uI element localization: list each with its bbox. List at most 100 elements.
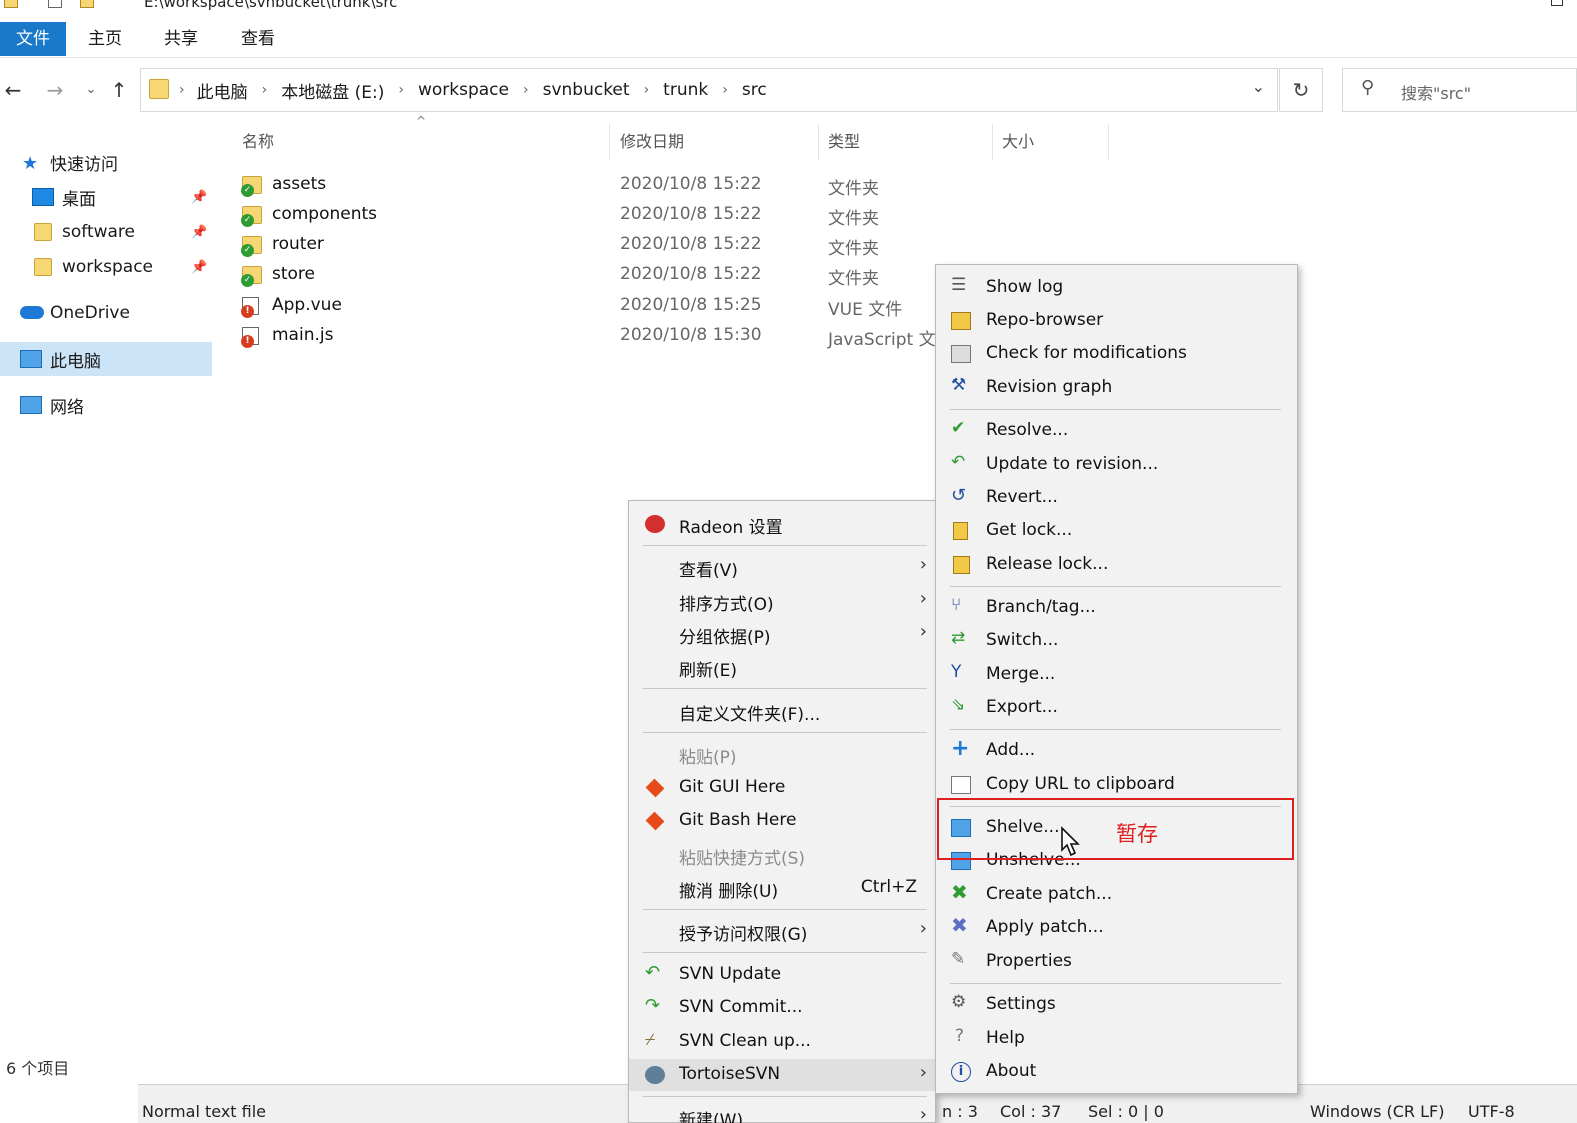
- column-divider[interactable]: [818, 124, 819, 160]
- menu-item-release-lock[interactable]: Release lock...: [936, 549, 1297, 581]
- menu-item-git-bash[interactable]: Git Bash Here: [629, 805, 935, 837]
- menu-item-svn-update[interactable]: ↶ SVN Update: [629, 959, 935, 991]
- nav-desktop[interactable]: 桌面 📌: [0, 180, 212, 214]
- menu-item-new[interactable]: 新建(W) ›: [629, 1101, 935, 1123]
- column-type[interactable]: 类型: [828, 128, 860, 158]
- column-divider[interactable]: [992, 124, 993, 160]
- file-row[interactable]: ✓ store 2020/10/8 15:22 文件夹: [232, 262, 932, 292]
- nav-this-pc[interactable]: 此电脑: [0, 342, 212, 376]
- up-arrow-icon[interactable]: ↑: [108, 76, 130, 104]
- crumb-trunk[interactable]: trunk: [663, 80, 708, 100]
- menu-item-properties[interactable]: ✎ Properties: [936, 946, 1297, 978]
- broom-icon: ⌿: [645, 1030, 656, 1050]
- menu-item-resolve[interactable]: ✔ Resolve...: [936, 415, 1297, 447]
- menu-item-update-to-revision[interactable]: ↶ Update to revision...: [936, 449, 1297, 481]
- menu-item-branch-tag[interactable]: ⑂ Branch/tag...: [936, 592, 1297, 624]
- menu-item-revert[interactable]: ↺ Revert...: [936, 482, 1297, 514]
- menu-item-radeon[interactable]: Radeon 设置: [629, 508, 935, 540]
- menu-item-revision-graph[interactable]: ⚒ Revision graph: [936, 372, 1297, 404]
- menu-item-refresh[interactable]: 刷新(E): [629, 651, 935, 683]
- new-folder-icon[interactable]: [80, 0, 94, 8]
- menu-item-view[interactable]: 查看(V) ›: [629, 551, 935, 583]
- menu-separator: [643, 732, 927, 733]
- file-row[interactable]: ! App.vue 2020/10/8 15:25 VUE 文件: [232, 293, 932, 323]
- properties-icon[interactable]: [48, 0, 62, 8]
- lock-icon: [953, 522, 968, 540]
- navigation-pane: ★ 快速访问 桌面 📌 software 📌 workspace 📌 OneDr…: [0, 120, 212, 1080]
- file-icon: !: [241, 327, 259, 348]
- search-input[interactable]: ⚲ 搜索"src": [1342, 68, 1577, 112]
- svn-modified-icon: !: [241, 335, 254, 348]
- chevron-down-icon[interactable]: ⌄: [1252, 77, 1265, 96]
- file-row[interactable]: ✓ components 2020/10/8 15:22 文件夹: [232, 202, 932, 232]
- menu-item-about[interactable]: i About: [936, 1056, 1297, 1088]
- menu-item-customize-folder[interactable]: 自定义文件夹(F)...: [629, 695, 935, 727]
- menu-item-tortoisesvn[interactable]: TortoiseSVN ›: [629, 1059, 935, 1091]
- menu-item-repo-browser[interactable]: Repo-browser: [936, 305, 1297, 337]
- crumb-svnbucket[interactable]: svnbucket: [543, 80, 630, 100]
- folder-icon: ✓: [241, 266, 262, 287]
- file-row[interactable]: ✓ router 2020/10/8 15:22 文件夹: [232, 232, 932, 262]
- crumb-workspace[interactable]: workspace: [418, 80, 509, 100]
- forward-arrow-icon[interactable]: →: [44, 76, 66, 104]
- item-count: 6 个项目: [6, 1059, 70, 1078]
- column-divider[interactable]: [609, 124, 610, 160]
- maximize-icon[interactable]: [1551, 0, 1563, 6]
- crumb-this-pc[interactable]: 此电脑: [197, 78, 248, 103]
- tab-file[interactable]: 文件: [0, 22, 66, 56]
- svn-normal-icon: ✓: [241, 214, 254, 227]
- tab-home[interactable]: 主页: [84, 22, 126, 56]
- refresh-button[interactable]: ↻: [1279, 68, 1323, 112]
- tab-share[interactable]: 共享: [160, 22, 202, 56]
- menu-item-show-log[interactable]: ☰ Show log: [936, 272, 1297, 304]
- column-date[interactable]: 修改日期: [620, 128, 684, 158]
- menu-item-help[interactable]: ? Help: [936, 1023, 1297, 1055]
- nav-quick-access[interactable]: ★ 快速访问: [0, 145, 212, 179]
- network-icon: [20, 396, 42, 414]
- nav-network[interactable]: 网络: [0, 388, 212, 422]
- log-icon: ☰: [951, 275, 967, 295]
- revert-icon: ↺: [951, 485, 967, 506]
- menu-item-grant-access[interactable]: 授予访问权限(G) ›: [629, 915, 935, 947]
- menu-item-svn-cleanup[interactable]: ⌿ SVN Clean up...: [629, 1026, 935, 1058]
- menu-item-get-lock[interactable]: Get lock...: [936, 515, 1297, 547]
- crumb-drive-e[interactable]: 本地磁盘 (E:): [281, 78, 384, 103]
- cloud-icon: [20, 306, 44, 319]
- menu-item-create-patch[interactable]: ✖ Create patch...: [936, 879, 1297, 911]
- menu-separator: [643, 545, 927, 546]
- menu-item-undo-delete[interactable]: 撤消 删除(U) Ctrl+Z: [629, 872, 935, 904]
- menu-item-paste-shortcut[interactable]: 粘贴快捷方式(S): [629, 839, 935, 871]
- menu-item-git-gui[interactable]: Git GUI Here: [629, 772, 935, 804]
- address-bar[interactable]: › 此电脑 › 本地磁盘 (E:) › workspace › svnbucke…: [140, 68, 1278, 112]
- file-row[interactable]: ✓ assets 2020/10/8 15:22 文件夹: [232, 172, 932, 202]
- column-divider[interactable]: [1108, 124, 1109, 160]
- recent-chevron-icon[interactable]: ⌄: [80, 76, 102, 104]
- menu-item-copy-url[interactable]: Copy URL to clipboard: [936, 769, 1297, 801]
- menu-item-switch[interactable]: ⇄ Switch...: [936, 625, 1297, 657]
- file-icon: !: [241, 297, 259, 318]
- menu-item-settings[interactable]: ⚙ Settings: [936, 989, 1297, 1021]
- menu-item-check-modifications[interactable]: Check for modifications: [936, 338, 1297, 370]
- crumb-src[interactable]: src: [742, 80, 767, 100]
- menu-item-export[interactable]: ⇘ Export...: [936, 692, 1297, 724]
- tab-view[interactable]: 查看: [237, 22, 279, 56]
- explorer-context-menu: Radeon 设置 查看(V) › 排序方式(O) › 分组依据(P) › 刷新…: [628, 500, 936, 1123]
- switch-icon: ⇄: [951, 628, 966, 648]
- menu-item-group[interactable]: 分组依据(P) ›: [629, 618, 935, 650]
- menu-item-paste[interactable]: 粘贴(P): [629, 738, 935, 770]
- back-arrow-icon[interactable]: ←: [2, 76, 24, 104]
- nav-workspace[interactable]: workspace 📌: [0, 250, 212, 284]
- column-size[interactable]: 大小: [1002, 128, 1034, 158]
- menu-separator: [950, 983, 1281, 984]
- menu-item-add[interactable]: + Add...: [936, 735, 1297, 767]
- column-name[interactable]: 名称: [242, 128, 274, 158]
- file-row[interactable]: ! main.js 2020/10/8 15:30 JavaScript 文: [232, 323, 936, 353]
- nav-onedrive[interactable]: OneDrive: [0, 296, 212, 330]
- menu-item-merge[interactable]: Y Merge...: [936, 659, 1297, 691]
- resolve-icon: ✔: [951, 418, 966, 438]
- plus-icon: +: [951, 736, 970, 761]
- menu-item-sort[interactable]: 排序方式(O) ›: [629, 585, 935, 617]
- menu-item-svn-commit[interactable]: ↷ SVN Commit...: [629, 992, 935, 1024]
- nav-software[interactable]: software 📌: [0, 215, 212, 249]
- menu-item-apply-patch[interactable]: ✖ Apply patch...: [936, 912, 1297, 944]
